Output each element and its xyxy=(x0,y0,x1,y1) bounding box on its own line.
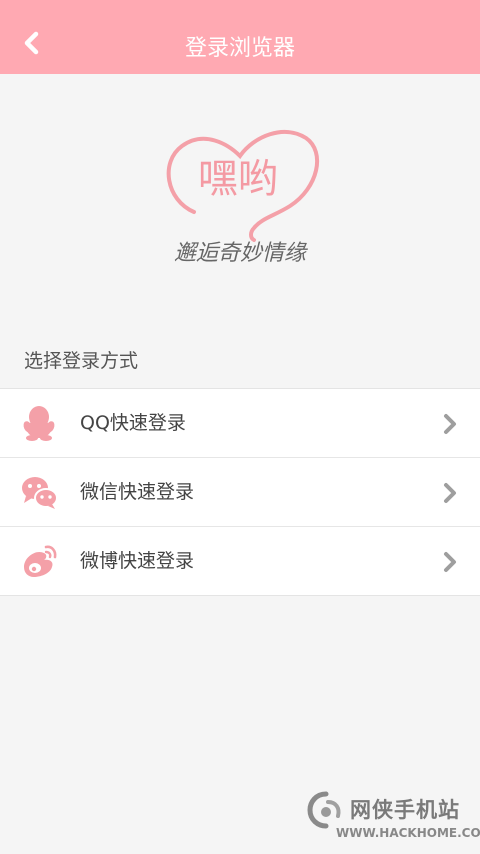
top-bar: 登录浏览器 xyxy=(0,0,480,74)
weibo-icon xyxy=(24,545,57,577)
qq-login-button[interactable]: QQ快速登录 xyxy=(0,389,480,457)
login-method-label: 选择登录方式 xyxy=(24,350,139,372)
weibo-login-button[interactable]: 微博快速登录 xyxy=(0,526,480,595)
chevron-right-icon xyxy=(444,414,456,434)
wechat-login-button[interactable]: 微信快速登录 xyxy=(0,457,480,526)
page-title: 登录浏览器 xyxy=(184,36,295,61)
qq-login-label: QQ快速登录 xyxy=(80,412,186,434)
chevron-right-icon xyxy=(444,552,456,572)
watermark-url: WWW.HACKHOME.COM xyxy=(336,826,480,840)
weibo-login-label: 微博快速登录 xyxy=(80,550,195,572)
watermark-name: 网侠手机站 xyxy=(350,798,460,822)
wechat-icon xyxy=(22,477,58,509)
wechat-login-label: 微信快速登录 xyxy=(80,481,195,503)
chevron-right-icon xyxy=(444,483,456,503)
watermark: 网侠手机站 WWW.HACKHOME.COM xyxy=(306,786,480,846)
login-options-list: QQ快速登录 微信快速登录 微博快速登录 xyxy=(0,388,480,596)
logo-slogan: 邂逅奇妙情缘 xyxy=(174,241,308,266)
logo-title: 嘿哟 xyxy=(198,156,278,202)
heiyo-logo: 嘿哟 邂逅奇妙情缘 xyxy=(166,129,320,266)
qq-icon xyxy=(23,406,55,441)
hackhome-logo-icon xyxy=(307,791,341,829)
